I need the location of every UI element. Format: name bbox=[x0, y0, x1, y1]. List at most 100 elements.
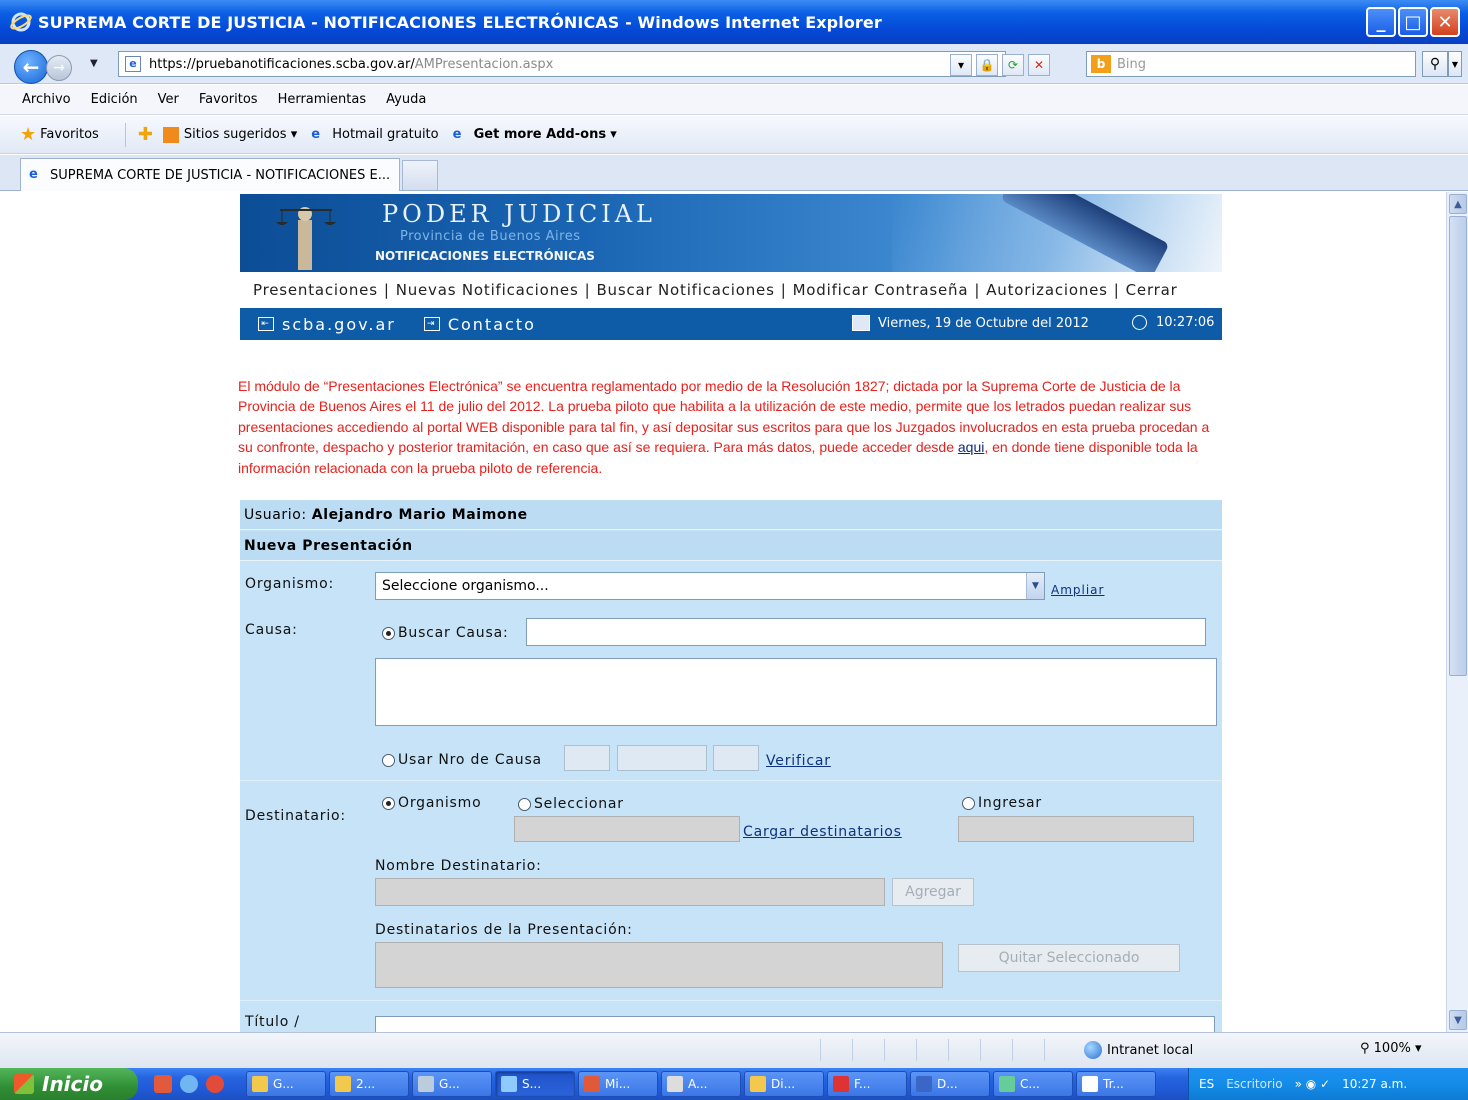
maximize-button[interactable]: □ bbox=[1398, 7, 1428, 37]
scroll-down-icon[interactable]: ▼ bbox=[1449, 1010, 1467, 1030]
organismo-select[interactable]: Seleccione organismo... ▼ bbox=[375, 572, 1045, 600]
task-button-5[interactable]: Mi... bbox=[578, 1071, 658, 1097]
task-label: Di... bbox=[771, 1077, 796, 1091]
task-button-10[interactable]: C... bbox=[993, 1071, 1073, 1097]
menu-archivo[interactable]: Archivo bbox=[22, 92, 71, 107]
causa-nro-field-2[interactable] bbox=[617, 745, 707, 771]
buscar-causa-input[interactable] bbox=[526, 618, 1206, 646]
menu-edicion[interactable]: Edición bbox=[91, 92, 138, 107]
task-label: G... bbox=[439, 1077, 460, 1091]
dest-organismo-option[interactable]: Organismo bbox=[382, 795, 481, 811]
menu-ayuda[interactable]: Ayuda bbox=[386, 92, 426, 107]
radio-selected-icon bbox=[382, 796, 395, 810]
chrome-icon[interactable] bbox=[206, 1075, 224, 1093]
dest-ingresar-option[interactable]: Ingresar bbox=[962, 795, 1042, 811]
task-label: Mi... bbox=[605, 1077, 631, 1091]
suggested-sites-link[interactable]: Sitios sugeridos ▾ bbox=[162, 126, 297, 143]
ie-page-icon: e bbox=[452, 126, 462, 142]
radio-unselected-icon bbox=[518, 797, 531, 811]
task-button-4[interactable]: S... bbox=[495, 1071, 575, 1097]
dest-seleccionar-select[interactable] bbox=[514, 816, 740, 842]
tab-suprema-corte[interactable]: e SUPREMA CORTE DE JUSTICIA - NOTIFICACI… bbox=[20, 158, 400, 191]
verificar-link[interactable]: Verificar bbox=[766, 753, 831, 769]
url-input[interactable]: e https://pruebanotificaciones.scba.gov.… bbox=[118, 51, 1006, 77]
search-input[interactable]: b Bing bbox=[1086, 51, 1416, 77]
dest-seleccionar-option[interactable]: Seleccionar bbox=[518, 796, 624, 812]
nombre-destinatario-label: Nombre Destinatario: bbox=[375, 858, 542, 874]
form-divider bbox=[240, 780, 1222, 781]
causa-results-box[interactable] bbox=[375, 658, 1217, 726]
calculator-icon[interactable] bbox=[154, 1075, 172, 1093]
scroll-thumb[interactable] bbox=[1449, 216, 1467, 676]
favorites-button[interactable]: ★ Favoritos bbox=[20, 124, 99, 145]
vertical-scrollbar[interactable]: ▲ ▼ bbox=[1446, 192, 1468, 1032]
start-button[interactable]: Inicio bbox=[0, 1068, 138, 1100]
quitar-seleccionado-button[interactable]: Quitar Seleccionado bbox=[958, 944, 1180, 972]
hotmail-link[interactable]: e Hotmail gratuito bbox=[311, 127, 438, 143]
address-bar: ← → ▼ e https://pruebanotificaciones.scb… bbox=[0, 44, 1468, 84]
url-dropdown-icon[interactable]: ▾ bbox=[950, 54, 972, 76]
search-icon[interactable]: ⚲ bbox=[1422, 51, 1448, 77]
close-window-button[interactable]: ✕ bbox=[1430, 7, 1460, 37]
task-button-3[interactable]: G... bbox=[412, 1071, 492, 1097]
menu-ver[interactable]: Ver bbox=[158, 92, 179, 107]
tab-label: SUPREMA CORTE DE JUSTICIA - NOTIFICACION… bbox=[50, 167, 391, 183]
status-panel bbox=[916, 1039, 948, 1061]
favorites-label: Favoritos bbox=[40, 127, 99, 142]
word-icon bbox=[916, 1076, 932, 1092]
back-button[interactable]: ← bbox=[14, 50, 48, 84]
history-dropdown-icon[interactable]: ▼ bbox=[90, 58, 98, 69]
zoom-control[interactable]: ⚲ 100% ▾ bbox=[1360, 1041, 1422, 1056]
scroll-up-icon[interactable]: ▲ bbox=[1449, 194, 1467, 214]
destinatarios-list[interactable] bbox=[375, 942, 943, 988]
agregar-button[interactable]: Agregar bbox=[892, 878, 974, 906]
buscar-causa-option[interactable]: Buscar Causa: bbox=[382, 625, 508, 641]
form-fields-layer: Organismo: Seleccione organismo... ▼ Amp… bbox=[0, 192, 1446, 1032]
menu-favoritos[interactable]: Favoritos bbox=[199, 92, 258, 107]
task-button-1[interactable]: G... bbox=[246, 1071, 326, 1097]
usar-nro-option[interactable]: Usar Nro de Causa bbox=[382, 752, 542, 768]
minimize-button[interactable]: _ bbox=[1366, 7, 1396, 37]
start-label: Inicio bbox=[42, 1072, 103, 1096]
causa-nro-field-1[interactable] bbox=[564, 745, 610, 771]
tray-clock: 10:27 a.m. bbox=[1342, 1077, 1408, 1091]
task-button-9[interactable]: D... bbox=[910, 1071, 990, 1097]
cargar-destinatarios-link[interactable]: Cargar destinatarios bbox=[743, 824, 902, 840]
menu-herramientas[interactable]: Herramientas bbox=[278, 92, 367, 107]
app-icon bbox=[667, 1076, 683, 1092]
task-button-6[interactable]: A... bbox=[661, 1071, 741, 1097]
status-panel bbox=[884, 1039, 916, 1061]
stop-icon[interactable]: ✕ bbox=[1028, 54, 1050, 76]
addons-label: Get more Add-ons bbox=[473, 127, 607, 142]
folder-icon bbox=[335, 1076, 351, 1092]
media-icon[interactable] bbox=[180, 1075, 198, 1093]
ampliar-link[interactable]: Ampliar bbox=[1051, 583, 1104, 597]
security-zone[interactable]: Intranet local bbox=[1084, 1041, 1193, 1059]
desktop-toolbar[interactable]: Escritorio bbox=[1226, 1077, 1282, 1091]
task-button-2[interactable]: 2... bbox=[329, 1071, 409, 1097]
app-icon bbox=[1082, 1076, 1098, 1092]
url-path: AMPresentacion.aspx bbox=[414, 56, 554, 72]
titulo-input[interactable] bbox=[375, 1016, 1215, 1032]
refresh-icon[interactable]: ⟳ bbox=[1002, 54, 1024, 76]
causa-nro-field-3[interactable] bbox=[713, 745, 759, 771]
system-tray: ES Escritorio » ◉ ✓ 10:27 a.m. bbox=[1188, 1068, 1468, 1100]
window-title-bar[interactable]: SUPREMA CORTE DE JUSTICIA - NOTIFICACION… bbox=[0, 0, 1468, 44]
task-button-11[interactable]: Tr... bbox=[1076, 1071, 1156, 1097]
new-tab-button[interactable] bbox=[402, 160, 438, 190]
lock-icon[interactable]: 🔒 bbox=[976, 54, 998, 76]
task-label: F... bbox=[854, 1077, 871, 1091]
add-favorite-icon[interactable]: ✚ bbox=[138, 124, 153, 145]
ie-tab-icon: e bbox=[29, 167, 38, 182]
task-button-8[interactable]: F... bbox=[827, 1071, 907, 1097]
dest-ingresar-input[interactable] bbox=[958, 816, 1194, 842]
status-panel bbox=[1012, 1039, 1044, 1061]
task-button-7[interactable]: Di... bbox=[744, 1071, 824, 1097]
status-panel bbox=[980, 1039, 1012, 1061]
addons-link[interactable]: e Get more Add-ons ▾ bbox=[453, 127, 617, 143]
language-indicator[interactable]: ES bbox=[1199, 1077, 1214, 1091]
forward-button[interactable]: → bbox=[46, 55, 72, 81]
search-options-icon[interactable]: ▼ bbox=[1448, 51, 1462, 77]
nombre-destinatario-input[interactable] bbox=[375, 878, 885, 906]
tray-icons[interactable]: » ◉ ✓ bbox=[1295, 1077, 1331, 1091]
